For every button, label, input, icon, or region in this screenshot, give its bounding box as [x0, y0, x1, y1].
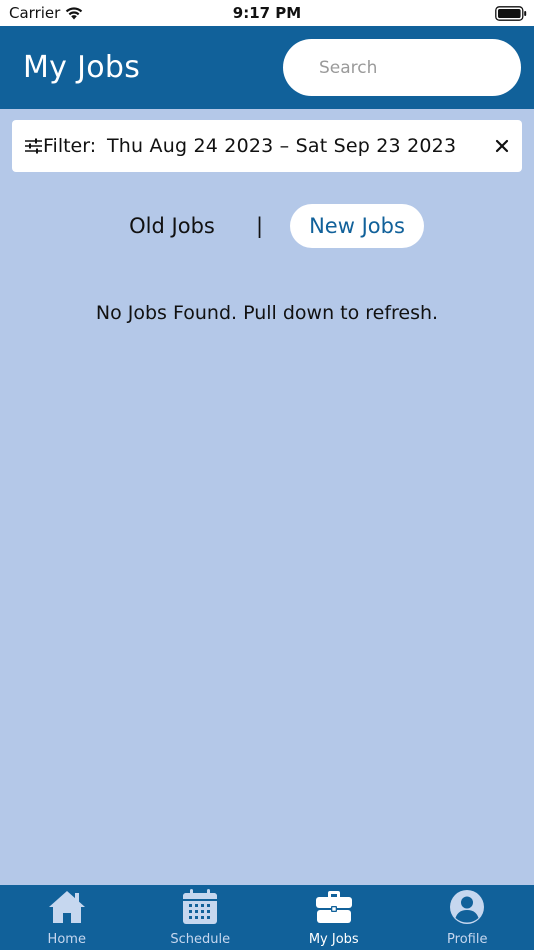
status-bar: Carrier 9:17 PM [0, 0, 534, 26]
nav-label-my-jobs: My Jobs [308, 932, 359, 947]
home-icon [48, 891, 85, 923]
bottom-tab-bar: Home Schedule My Jobs Profile [0, 885, 534, 950]
tab-divider: | [256, 214, 264, 238]
date-filter-bar[interactable]: Filter: Thu Aug 24 2023 – Sat Sep 23 202… [12, 120, 522, 172]
briefcase-icon [315, 891, 352, 923]
battery-icon [495, 6, 527, 21]
nav-label-schedule: Schedule [170, 932, 231, 947]
tab-old-jobs[interactable]: Old Jobs [118, 206, 226, 246]
nav-item-my-jobs[interactable]: My Jobs [267, 885, 401, 950]
sliders-icon [25, 138, 42, 154]
user-icon [450, 890, 485, 924]
calendar-icon [183, 889, 218, 924]
nav-item-home[interactable]: Home [0, 885, 134, 950]
nav-item-schedule[interactable]: Schedule [134, 885, 268, 950]
page-title: My Jobs [23, 50, 141, 85]
nav-label-home: Home [47, 932, 86, 947]
empty-state-message: No Jobs Found. Pull down to refresh. [95, 302, 439, 324]
nav-item-profile[interactable]: Profile [401, 885, 534, 950]
filter-date-range[interactable]: Thu Aug 24 2023 – Sat Sep 23 2023 [107, 135, 456, 157]
close-icon[interactable] [493, 137, 511, 155]
app-header: My Jobs [0, 26, 534, 109]
search-input[interactable] [283, 39, 521, 96]
filter-label: Filter: [43, 135, 97, 157]
tab-new-jobs[interactable]: New Jobs [290, 204, 424, 248]
status-time: 9:17 PM [232, 4, 302, 22]
nav-label-profile: Profile [447, 932, 488, 947]
